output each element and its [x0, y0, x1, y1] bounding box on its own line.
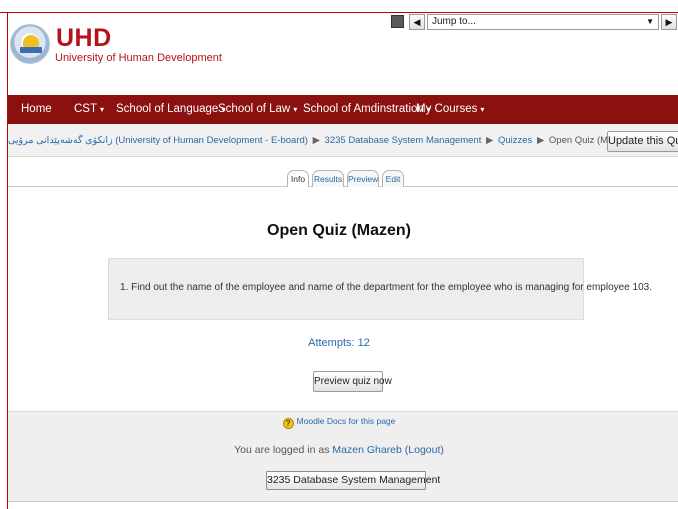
attempts-link[interactable]: Attempts: 12: [0, 337, 678, 349]
logout-link[interactable]: (Logout): [405, 444, 444, 456]
breadcrumb-item-site[interactable]: زانكۆی گه‌شه‌پێدانی مرۆیی (University of…: [8, 135, 308, 146]
tab-preview[interactable]: Preview: [347, 170, 379, 187]
moodle-docs-line: ? Moodle Docs for this page: [0, 416, 678, 429]
nav-item-label: School of Language: [116, 103, 219, 115]
chevron-down-icon: ▾: [293, 105, 298, 114]
breadcrumb-bar: زانكۆی گه‌شه‌پێدانی مرۆیی (University of…: [8, 124, 678, 157]
nav-item-label: Home: [21, 103, 52, 115]
main-navbar: Home CST ▾ School of Language ▾ School of …: [8, 95, 678, 124]
nav-item-label: My Courses: [416, 103, 478, 115]
nav-item-my-courses[interactable]: My Courses ▾: [416, 95, 484, 124]
update-quiz-button[interactable]: Update this Quiz: [607, 131, 678, 152]
breadcrumb-separator: ▶: [486, 135, 494, 146]
help-icon: ?: [282, 418, 294, 429]
bottom-border: [8, 501, 678, 502]
breadcrumb-item-quizzes[interactable]: Quizzes: [498, 135, 532, 146]
chevron-down-icon: ▾: [100, 105, 105, 114]
logo-subtitle[interactable]: University of Human Development: [55, 52, 222, 64]
login-info: You are logged in as Mazen Ghareb (Logou…: [0, 444, 678, 456]
user-profile-link[interactable]: Mazen Ghareb: [332, 444, 401, 456]
chevron-down-icon: ▼: [646, 17, 654, 26]
tab-edit[interactable]: Edit: [382, 170, 404, 187]
page-title: Open Quiz (Mazen): [267, 222, 411, 239]
breadcrumb-item-course[interactable]: 3235 Database System Management: [325, 135, 482, 146]
preview-quiz-button[interactable]: Preview quiz now: [313, 371, 392, 392]
breadcrumb-separator: ▶: [536, 135, 545, 146]
jump-previous-button[interactable]: ◀: [409, 14, 425, 30]
quiz-intro-box: 1. Find out the name of the employee and…: [108, 258, 652, 320]
breadcrumb-separator: ▶: [312, 135, 320, 146]
nav-item-label: School of Law: [218, 103, 291, 115]
nav-item-home[interactable]: Home: [21, 95, 52, 124]
chevron-down-icon: ▾: [480, 105, 485, 114]
nav-item-cst[interactable]: CST ▾: [74, 95, 104, 124]
jump-to-value: Jump to...: [432, 16, 476, 27]
question-text: 1. Find out the name of the employee and…: [120, 282, 652, 293]
moodle-docs-link[interactable]: Moodle Docs for this page: [297, 416, 396, 426]
nav-item-label: CST: [74, 103, 97, 115]
tab-info[interactable]: Info: [287, 170, 309, 187]
tab-results[interactable]: Results: [312, 170, 344, 187]
university-logo-icon[interactable]: [10, 24, 50, 64]
nav-item-label: School of Amdinstration: [303, 103, 424, 115]
nav-item-school-of-law[interactable]: School of Law ▾: [218, 95, 297, 124]
logo-title[interactable]: UHD: [56, 24, 112, 53]
nav-item-school-of-administration[interactable]: School of Amdinstration ▾: [303, 95, 431, 124]
course-home-button[interactable]: 3235 Database System Management: [266, 471, 440, 490]
jump-next-button[interactable]: ▶: [661, 14, 677, 30]
logged-in-prefix: You are logged in as: [234, 444, 330, 456]
breadcrumb: زانكۆی گه‌شه‌پێدانی مرۆیی (University of…: [8, 124, 632, 157]
navigation-block-icon[interactable]: [391, 15, 404, 28]
jump-to-select[interactable]: Jump to... ▼: [427, 14, 659, 30]
nav-item-school-of-language[interactable]: School of Language ▾: [116, 95, 225, 124]
